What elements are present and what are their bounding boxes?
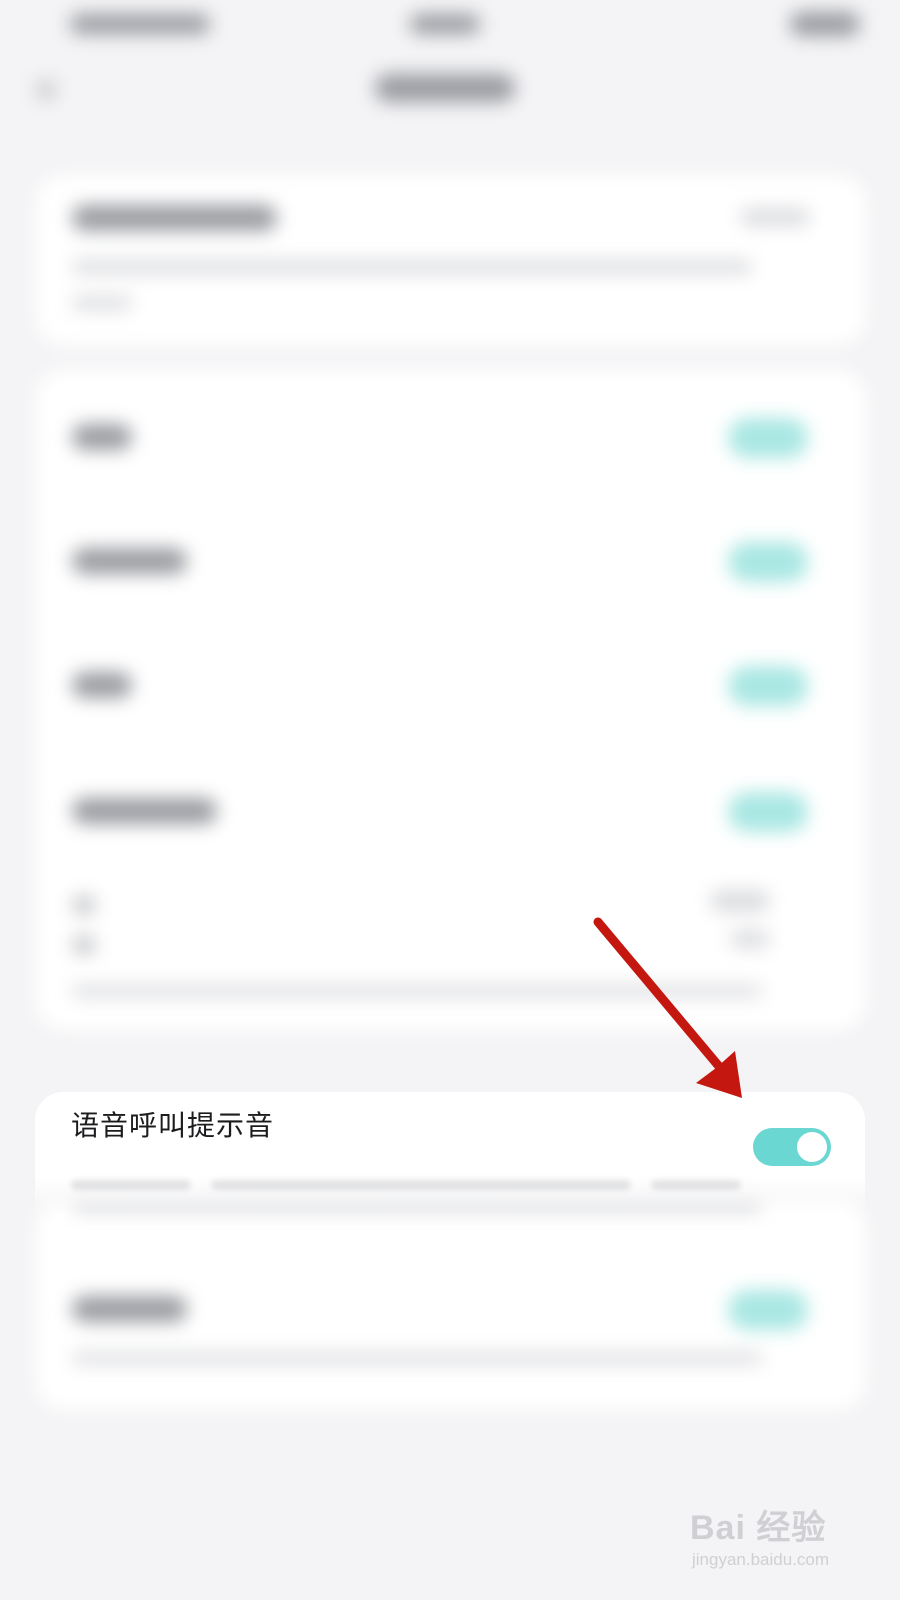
faded-description — [71, 1174, 831, 1198]
watermark-brand: Bai 经验 — [690, 1509, 827, 1547]
watermark-site: jingyan.baidu.com — [692, 1550, 830, 1569]
voice-call-ringtone-label: 语音呼叫提示音 — [71, 1109, 275, 1142]
toggle-knob-icon — [797, 1132, 827, 1162]
baidu-watermark: Bai 经验 jingyan.baidu.com — [690, 1500, 860, 1580]
blurred-background — [0, 0, 900, 1600]
voice-call-ringtone-toggle[interactable] — [753, 1128, 831, 1166]
voice-call-ringtone-row[interactable]: 语音呼叫提示音 — [35, 1092, 865, 1212]
settings-screen: 语音呼叫提示音 Bai 经验 jingyan.baidu.com — [0, 0, 900, 1600]
